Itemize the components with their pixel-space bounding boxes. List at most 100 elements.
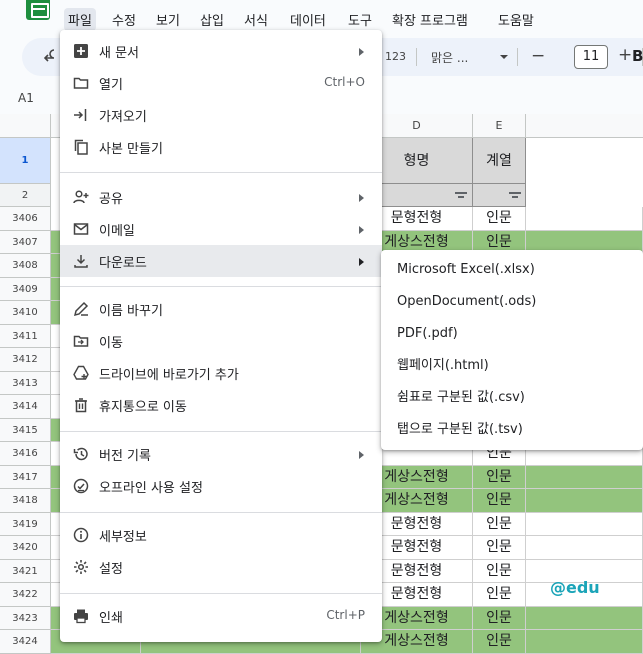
column-header-f[interactable] <box>526 114 643 138</box>
cell-e[interactable]: 인문 <box>473 559 526 583</box>
menu-item-rename[interactable]: 이름 바꾸기 <box>60 293 382 325</box>
import-arrow-icon <box>74 109 87 121</box>
number-format-button[interactable]: 123 <box>385 50 406 63</box>
header-cell-e[interactable]: 계열 <box>473 138 526 184</box>
row-header[interactable]: 3417 <box>0 465 51 489</box>
download-html[interactable]: 웹페이지(.html) <box>381 350 643 382</box>
row-header[interactable]: 3418 <box>0 489 51 513</box>
menu-item-version-history[interactable]: 버전 기록 <box>60 438 382 470</box>
menu-item-settings[interactable]: 설정 <box>60 551 382 583</box>
filter-cell-e[interactable] <box>473 184 526 207</box>
menu-item-new[interactable]: 새 문서 <box>60 35 382 67</box>
cell-e[interactable]: 인문 <box>473 489 526 513</box>
font-size-decrease-button[interactable]: − <box>531 46 545 66</box>
menu-item-add-shortcut[interactable]: 드라이브에 바로가기 추가 <box>60 357 382 389</box>
menubar: 파일 수정 보기 삽입 서식 데이터 도구 확장 프로그램 도움말 <box>0 0 643 34</box>
row-header[interactable]: 3410 <box>0 301 51 325</box>
font-selector[interactable]: 맑은 ... <box>431 49 468 66</box>
menu-insert[interactable]: 삽입 <box>196 8 228 31</box>
column-header-e[interactable]: E <box>473 114 526 138</box>
chevron-down-icon[interactable] <box>500 55 508 59</box>
menu-item-label: 설정 <box>99 562 123 577</box>
download-ods[interactable]: OpenDocument(.ods) <box>381 286 643 318</box>
menu-item-email[interactable]: 이메일 <box>60 213 382 245</box>
row-header[interactable]: 3423 <box>0 606 51 630</box>
menu-item-label: 이름 바꾸기 <box>99 304 163 319</box>
cell-f[interactable] <box>526 606 643 630</box>
move-folder-icon <box>73 335 89 347</box>
cell-e[interactable]: 인문 <box>473 207 526 231</box>
row-header-1[interactable]: 1 <box>0 138 51 184</box>
shortcut-label: Ctrl+O <box>324 75 365 89</box>
row-header[interactable]: 3407 <box>0 230 51 254</box>
row-header[interactable]: 3414 <box>0 395 51 419</box>
menu-item-share[interactable]: 공유 <box>60 181 382 213</box>
menu-file[interactable]: 파일 <box>64 8 96 31</box>
filter-icon[interactable] <box>509 192 521 200</box>
info-icon <box>73 527 89 543</box>
cell-e[interactable]: 인문 <box>473 465 526 489</box>
history-icon <box>73 447 88 461</box>
menu-item-copy[interactable]: 사본 만들기 <box>60 131 382 163</box>
font-size-increase-button[interactable]: + <box>618 45 632 65</box>
trash-icon <box>75 398 87 413</box>
cell-f[interactable] <box>526 465 643 489</box>
toolbar-divider <box>517 48 518 66</box>
menu-item-move[interactable]: 이동 <box>60 325 382 357</box>
menu-data[interactable]: 데이터 <box>286 8 330 31</box>
download-tsv[interactable]: 탭으로 구분된 값(.tsv) <box>381 414 643 446</box>
cell-reference[interactable]: A1 <box>18 91 34 105</box>
copy-icon <box>74 139 88 155</box>
row-header[interactable]: 3416 <box>0 442 51 466</box>
cell-f[interactable] <box>526 536 643 560</box>
cell-f[interactable] <box>526 512 643 536</box>
submenu-arrow-icon <box>359 226 364 234</box>
menu-edit[interactable]: 수정 <box>108 8 140 31</box>
menu-view[interactable]: 보기 <box>152 8 184 31</box>
menu-item-print[interactable]: 인쇄 Ctrl+P <box>60 600 382 632</box>
download-csv[interactable]: 쉼표로 구분된 값(.csv) <box>381 382 643 414</box>
cell-f[interactable] <box>526 489 643 513</box>
menu-extensions[interactable]: 확장 프로그램 <box>388 8 472 31</box>
cell-e[interactable]: 인문 <box>473 583 526 607</box>
menu-tools[interactable]: 도구 <box>344 8 376 31</box>
menu-item-label: 새 문서 <box>99 46 140 61</box>
download-pdf[interactable]: PDF(.pdf) <box>381 318 643 350</box>
row-header[interactable]: 3415 <box>0 418 51 442</box>
undo-icon[interactable] <box>44 49 60 65</box>
menu-item-details[interactable]: 세부정보 <box>60 519 382 551</box>
menu-item-label: 열기 <box>99 78 123 93</box>
download-xlsx[interactable]: Microsoft Excel(.xlsx) <box>381 254 643 286</box>
row-header[interactable]: 3413 <box>0 371 51 395</box>
select-all-corner[interactable] <box>0 114 51 138</box>
row-header[interactable]: 3422 <box>0 583 51 607</box>
row-header[interactable]: 3412 <box>0 348 51 372</box>
menu-item-open[interactable]: 열기 Ctrl+O <box>60 67 382 99</box>
row-header[interactable]: 3408 <box>0 254 51 278</box>
row-header[interactable]: 3419 <box>0 512 51 536</box>
row-header[interactable]: 3411 <box>0 324 51 348</box>
menu-item-download[interactable]: 다운로드 <box>60 245 382 277</box>
sheets-logo-icon[interactable] <box>26 0 50 20</box>
cell-e[interactable]: 인문 <box>473 512 526 536</box>
menu-format[interactable]: 서식 <box>240 8 272 31</box>
row-header[interactable]: 3406 <box>0 207 51 231</box>
rename-icon <box>73 301 89 317</box>
menu-divider <box>60 593 382 594</box>
font-size-input[interactable]: 11 <box>574 45 608 69</box>
menu-help[interactable]: 도움말 <box>494 8 538 31</box>
filter-icon[interactable] <box>455 192 467 200</box>
row-header-2[interactable]: 2 <box>0 184 51 207</box>
row-header[interactable]: 3420 <box>0 536 51 560</box>
row-header[interactable]: 3409 <box>0 277 51 301</box>
submenu-arrow-icon <box>359 48 364 56</box>
menu-item-trash[interactable]: 휴지통으로 이동 <box>60 389 382 421</box>
menu-item-import[interactable]: 가져오기 <box>60 99 382 131</box>
row-header[interactable]: 3421 <box>0 559 51 583</box>
bold-button[interactable]: B <box>632 47 643 65</box>
drive-shortcut-icon <box>73 365 89 380</box>
menu-item-offline[interactable]: 오프라인 사용 설정 <box>60 470 382 502</box>
cell-f[interactable] <box>526 207 643 231</box>
cell-e[interactable]: 인문 <box>473 606 526 630</box>
cell-e[interactable]: 인문 <box>473 536 526 560</box>
